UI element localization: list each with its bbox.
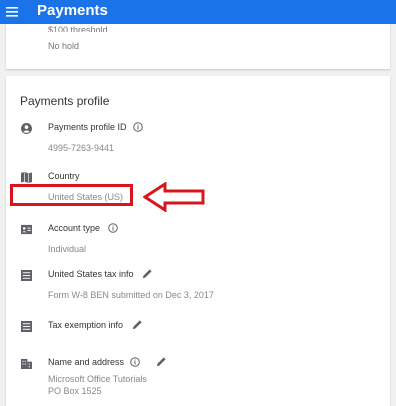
list-icon [21,270,32,281]
edit-pencil-icon[interactable] [142,268,153,279]
account-circle-icon [21,123,32,134]
id-card-icon [21,224,32,235]
address-line-2: PO Box 1525 [48,386,102,396]
tax-exemption-label: Tax exemption info [48,320,124,330]
account-type-value: Individual [48,244,87,254]
country-label: Country [48,171,80,181]
highlight-box [10,184,133,206]
section-title: Payments profile [20,94,110,108]
payments-profile-card: Payments profile Payments profile ID 499… [6,76,390,406]
edit-pencil-icon[interactable] [156,356,167,367]
menu-icon[interactable] [6,6,20,18]
map-icon [21,172,32,183]
building-icon [21,358,32,369]
list-icon [21,321,32,332]
app-bar: Payments [0,0,396,24]
info-icon[interactable] [108,223,118,233]
info-icon[interactable] [130,357,140,367]
left-arrow-annotation [143,182,205,212]
tax-info-label: United States tax info [48,269,134,279]
name-address-label: Name and address [48,357,125,367]
info-icon[interactable] [133,122,143,132]
threshold-card: $100 threshold No hold [6,24,390,69]
tax-info-value: Form W-8 BEN submitted on Dec 3, 2017 [48,290,214,300]
hold-status: No hold [48,41,80,51]
page-title: Payments [37,2,108,19]
account-type-label: Account type [48,223,101,233]
address-line-1: Microsoft Office Tutorials [48,374,147,384]
profile-id-label: Payments profile ID [48,122,127,132]
threshold-text: $100 threshold [48,25,108,32]
edit-pencil-icon[interactable] [132,319,143,330]
profile-id-value: 4995-7263-9441 [48,143,115,153]
